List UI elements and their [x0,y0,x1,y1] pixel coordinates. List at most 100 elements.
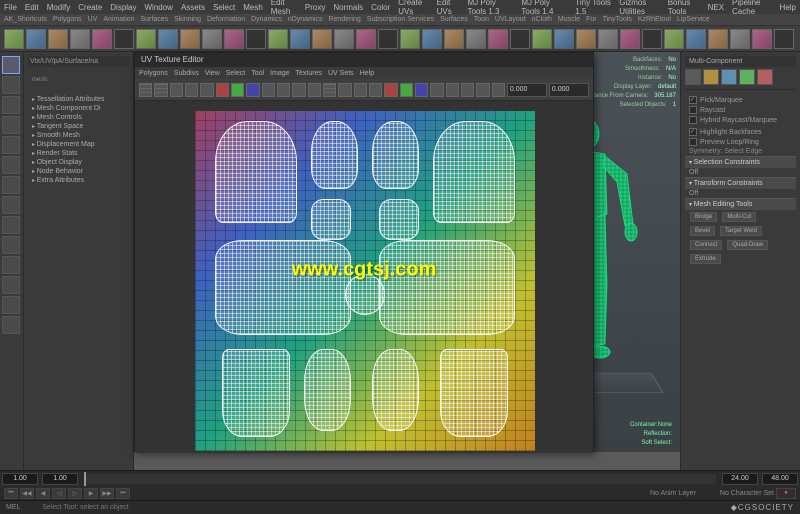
tool-button[interactable] [2,76,20,94]
uv-tool-icon[interactable] [200,83,213,97]
shelf-tab[interactable]: LipService [677,16,710,23]
quad-draw-button[interactable]: Quad-Draw [727,240,768,250]
tool-button[interactable] [2,56,20,74]
tool-button[interactable] [2,156,20,174]
uv-tool-icon[interactable] [246,83,259,97]
section-header[interactable]: Transform Constraints [685,177,796,189]
shelf-tab[interactable]: Toon [474,16,489,23]
play-back-button[interactable]: ◁ [52,488,66,499]
shelf-icon[interactable] [422,29,442,49]
uv-menu-item[interactable]: Polygons [139,70,168,77]
menu-color[interactable]: Color [371,3,390,12]
radio-icon[interactable] [689,116,697,124]
shelf-tab[interactable]: KzRhEtool [638,16,671,23]
shelf-tab[interactable]: Rendering [328,16,360,23]
tool-button[interactable] [2,316,20,334]
uv-shell-head[interactable] [345,274,386,315]
shelf-tab[interactable]: Deformation [207,16,245,23]
timeline-range-end[interactable] [762,473,798,485]
menu-help[interactable]: Help [780,3,796,12]
component-swatch[interactable] [685,69,701,85]
selection-mode-row[interactable]: Pick/Marquee [685,95,796,105]
menu-display[interactable]: Display [110,3,136,12]
uv-shell[interactable] [372,349,420,431]
uv-coord-input[interactable] [507,83,547,97]
shelf-tab[interactable]: UVLayout [495,16,526,23]
selection-mode-row[interactable]: Raycast [685,105,796,115]
shelf-icon[interactable] [334,29,354,49]
shelf-icon[interactable] [444,29,464,49]
shelf-icon[interactable] [576,29,596,49]
menu-pipeline-cache[interactable]: Pipeline Cache [732,0,772,16]
uv-menu-item[interactable]: UV Sets [328,70,354,77]
shelf-icon[interactable] [510,29,530,49]
uv-tool-icon[interactable] [185,83,198,97]
target-weld-button[interactable]: Target Weld [720,226,762,236]
uv-shell-hand[interactable] [379,199,420,240]
uv-tool-icon[interactable] [354,83,367,97]
radio-icon[interactable] [689,106,697,114]
tool-button[interactable] [2,216,20,234]
uv-shell-leg[interactable] [222,349,290,437]
uv-tool-icon[interactable] [400,83,413,97]
component-swatch[interactable] [739,69,755,85]
uv-menubar[interactable]: PolygonsSubdivsViewSelectToolImageTextur… [135,67,593,79]
step-back-button[interactable]: ◀◀ [20,488,34,499]
menu-mj-poly-tools-1.3[interactable]: MJ Poly Tools 1.3 [467,0,513,16]
autokey-button[interactable]: ● [776,488,796,499]
attr-category[interactable]: Displacement Map [28,140,129,149]
shelf-icon[interactable] [620,29,640,49]
shelf-icon[interactable] [48,29,68,49]
shelf-icon[interactable] [598,29,618,49]
uv-menu-item[interactable]: View [205,70,220,77]
menu-window[interactable]: Window [145,3,173,12]
timeline-end[interactable] [722,473,758,485]
shelf-icon[interactable] [246,29,266,49]
uv-tool-icon[interactable] [154,83,167,97]
uv-tool-icon[interactable] [277,83,290,97]
shelf-icon[interactable] [224,29,244,49]
bevel-button[interactable]: Bevel [690,226,715,236]
shelf-tab[interactable]: Animation [103,16,134,23]
shelf-icon[interactable] [488,29,508,49]
component-swatch[interactable] [721,69,737,85]
step-fwd-button[interactable]: ▶▶ [100,488,114,499]
attr-category[interactable]: Node Behavior [28,167,129,176]
shelf-tab[interactable]: UV [88,16,98,23]
shelf-icon[interactable] [4,29,24,49]
tool-button[interactable] [2,96,20,114]
shelf-icon[interactable] [70,29,90,49]
uv-tool-icon[interactable] [308,83,321,97]
attr-category[interactable]: Tangent Space [28,122,129,131]
shelf-tab[interactable]: Surfaces [440,16,468,23]
menu-mj-poly-tools-1.4[interactable]: MJ Poly Tools 1.4 [521,0,567,16]
menu-create-uvs[interactable]: Create UVs [398,0,428,16]
component-swatch[interactable] [703,69,719,85]
shelf-icon[interactable] [158,29,178,49]
tool-button[interactable] [2,196,20,214]
uv-tool-icon[interactable] [430,83,443,97]
tool-button[interactable] [2,296,20,314]
shelf-icon[interactable] [730,29,750,49]
menu-modify[interactable]: Modify [47,3,71,12]
timeline-marker[interactable] [84,472,86,486]
timeline-track[interactable] [84,474,716,484]
timeline[interactable] [0,470,800,486]
uv-menu-item[interactable]: Image [270,70,289,77]
next-frame-button[interactable]: ▶ [84,488,98,499]
shelf-tab[interactable]: Subscription Services [367,16,434,23]
multi-cut-button[interactable]: Multi-Cut [722,212,756,222]
menu-edit-mesh[interactable]: Edit Mesh [271,0,297,16]
shelf-icon[interactable] [92,29,112,49]
menu-file[interactable]: File [4,3,17,12]
uv-menu-item[interactable]: Select [226,70,245,77]
uv-tool-icon[interactable] [170,83,183,97]
uv-shell-hand[interactable] [311,199,352,240]
option-row[interactable]: Highlight Backfaces [685,127,796,137]
uv-window-titlebar[interactable]: UV Texture Editor [135,53,593,67]
rewind-button[interactable]: ⏮ [4,488,18,499]
shelf-icon[interactable] [114,29,134,49]
tool-button[interactable] [2,256,20,274]
uv-tool-icon[interactable] [231,83,244,97]
option-row[interactable]: Preview Loop/Ring [685,137,796,147]
